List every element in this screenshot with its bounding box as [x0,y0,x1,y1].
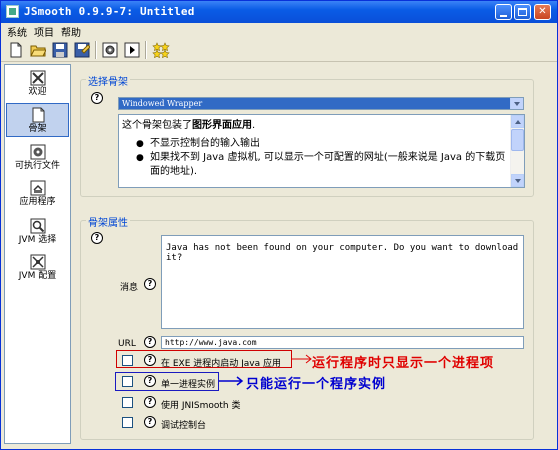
menu-help[interactable]: 帮助 [61,24,81,39]
wizard-stars-icon [152,42,170,58]
welcome-icon [30,70,45,86]
sidebar-item-label: 欢迎 [28,87,47,97]
save-icon [52,42,68,58]
new-file-button[interactable] [6,40,26,60]
run-icon [124,42,140,58]
window-title: JSmooth 0.9.9-7: Untitled [24,5,195,18]
sidebar-item-executable[interactable]: 可执行文件 [6,141,69,175]
annotation-red-box [116,350,292,368]
annotation-red-arrow [291,354,312,364]
settings-gear-icon [102,42,118,58]
close-icon: ✕ [538,6,547,17]
sidebar-item-welcome[interactable]: 欢迎 [6,67,69,101]
skeleton-description: 这个骨架包装了图形界面应用. 不显示控制台的输入输出 如果找不到 Java 虚拟… [118,114,525,188]
new-file-icon [10,42,22,58]
skeleton-icon [32,107,44,123]
executable-icon [30,144,45,160]
help-icon[interactable]: ? [144,416,156,428]
save-as-icon [74,42,90,58]
annotation-blue-box [115,372,219,391]
scroll-down-icon[interactable] [511,174,524,187]
app-icon [6,5,19,18]
toolbar-separator [95,41,97,59]
title-bar[interactable]: JSmooth 0.9.9-7: Untitled ✕ [1,1,557,23]
sidebar-item-skeleton[interactable]: 骨架 [6,103,69,137]
minimize-icon [500,15,507,17]
scroll-thumb[interactable] [511,129,524,151]
toolbar-separator [145,41,147,59]
sidebar-item-label: JVM 配置 [18,271,57,281]
message-textarea[interactable]: Java has not been found on your computer… [161,235,524,329]
description-intro: 这个骨架包装了图形界面应用. [122,120,256,131]
help-icon[interactable]: ? [144,336,156,348]
help-icon[interactable]: ? [144,278,156,290]
description-bullet: 如果找不到 Java 虚拟机, 可以显示一个可配置的网址(一般来说是 Java … [122,151,507,179]
help-icon[interactable]: ? [91,92,103,104]
menu-system[interactable]: 系统 [7,24,27,39]
save-button[interactable] [50,40,70,60]
checkbox-debug-console[interactable] [122,417,133,428]
menu-project[interactable]: 项目 [34,24,54,39]
url-value: http://www.java.com [165,338,257,347]
annotation-blue-text: 只能运行一个程序实例 [246,377,387,392]
open-button[interactable] [28,40,48,60]
skeleton-dropdown-value: Windowed Wrapper [119,98,510,109]
toolbar [1,38,557,62]
sidebar-item-label: 应用程序 [19,197,56,207]
save-as-button[interactable] [72,40,92,60]
help-icon[interactable]: ? [91,232,103,244]
scroll-up-icon[interactable] [511,115,524,128]
menu-bar: 系统 项目 帮助 [1,23,557,39]
sidebar-item-label: JVM 选择 [18,235,57,245]
sidebar-item-jvm-config[interactable]: JVM 配置 [6,251,69,285]
checkbox-jnismooth[interactable] [122,397,133,408]
annotation-blue-arrow [219,376,244,386]
skeleton-properties-legend: 骨架属性 [86,214,130,229]
annotation-red-text: 运行程序时只显示一个进程项 [312,356,495,371]
url-field[interactable]: http://www.java.com [161,336,524,349]
description-bullet: 不显示控制台的输入输出 [122,137,507,151]
skeleton-dropdown[interactable]: Windowed Wrapper [118,97,524,110]
option-label: 使用 JNISmooth 类 [161,401,241,411]
close-button[interactable]: ✕ [534,4,551,20]
sidebar-item-application[interactable]: 应用程序 [6,177,69,211]
description-scrollbar[interactable] [510,115,524,187]
settings-button[interactable] [100,40,120,60]
option-label: 调试控制台 [161,421,207,431]
message-label: 消息 [120,283,139,293]
application-icon [30,180,45,196]
sidebar-item-label: 骨架 [28,124,47,134]
sidebar-item-jvm-select[interactable]: JVM 选择 [6,215,69,249]
sidebar-item-label: 可执行文件 [14,161,60,171]
help-icon[interactable]: ? [144,396,156,408]
app-window: JSmooth 0.9.9-7: Untitled ✕ 系统 项目 帮助 欢迎 … [0,0,558,450]
jvm-select-icon [30,218,45,234]
url-label: URL [118,339,136,349]
message-text: Java has not been found on your computer… [166,243,519,263]
maximize-icon [518,8,527,16]
open-folder-icon [30,45,46,57]
wizard-button[interactable] [150,40,170,60]
chevron-down-icon[interactable] [510,98,523,109]
run-button[interactable] [122,40,142,60]
sidebar: 欢迎 骨架 可执行文件 应用程序 JVM 选择 JVM 配置 [4,64,71,444]
jvm-config-icon [30,254,45,270]
minimize-button[interactable] [495,4,512,20]
skeleton-select-legend: 选择骨架 [86,73,130,88]
maximize-button[interactable] [514,4,531,20]
